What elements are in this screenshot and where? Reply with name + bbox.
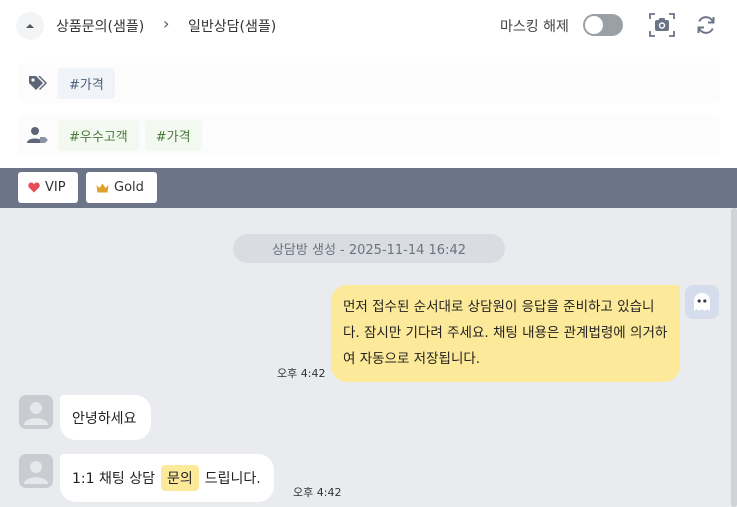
highlighted-keyword: 문의 (160, 465, 199, 491)
masking-toggle[interactable] (583, 14, 623, 36)
system-message: 상담방 생성 - 2025-11-14 16:42 (233, 234, 505, 263)
breadcrumb-category[interactable]: 상품문의(샘플) (56, 16, 144, 36)
message-text: 드립니다. (204, 471, 261, 487)
user-avatar-icon (19, 454, 53, 488)
consult-tag-row: #가격 (18, 63, 720, 103)
breadcrumb-separator-icon: › (163, 14, 170, 33)
chevron-up-icon (26, 24, 34, 28)
tag-icon (18, 75, 58, 91)
bot-ghost-icon (685, 285, 719, 319)
capture-button[interactable] (648, 11, 676, 39)
toggle-knob (585, 16, 603, 34)
grade-label: Gold (114, 180, 144, 195)
customer-grade-bar: VIP Gold (0, 168, 737, 208)
user-tag-icon (18, 126, 58, 144)
message-text: 1:1 채팅 상담 (72, 471, 155, 487)
breadcrumb-subcategory[interactable]: 일반상담(샘플) (188, 16, 276, 36)
user-avatar-icon (19, 395, 53, 429)
message-timestamp: 오후 4:42 (277, 367, 326, 380)
chat-message-area[interactable]: 상담방 생성 - 2025-11-14 16:42 먼저 접수된 순서대로 상담… (0, 208, 737, 507)
refresh-button[interactable] (694, 13, 718, 37)
message-timestamp: 오후 4:42 (293, 486, 342, 499)
camera-icon (649, 13, 675, 37)
customer-tag-row: #우수고객 #가격 (18, 115, 720, 155)
masking-label: 마스킹 해제 (500, 19, 569, 35)
consult-tag[interactable]: #가격 (58, 67, 115, 99)
message-text: 안녕하세요 (72, 410, 137, 427)
bot-message-bubble: 먼저 접수된 순서대로 상담원이 응답을 준비하고 있습니다. 잠시만 기다려 … (331, 285, 680, 382)
user-message-bubble: 안녕하세요 (60, 395, 151, 440)
refresh-icon (697, 16, 715, 34)
heart-icon (28, 182, 40, 193)
collapse-button[interactable] (16, 12, 44, 40)
user-message-bubble: 1:1 채팅 상담 문의 드립니다. (60, 454, 274, 502)
customer-tag[interactable]: #우수고객 (58, 119, 139, 151)
chat-scrollbar[interactable] (731, 208, 737, 507)
grade-badge-vip[interactable]: VIP (18, 172, 78, 203)
grade-badge-gold[interactable]: Gold (86, 172, 157, 203)
crown-icon (96, 183, 109, 192)
chat-header: 상품문의(샘플) › 일반상담(샘플) 마스킹 해제 (0, 0, 737, 52)
customer-tag[interactable]: #가격 (144, 119, 202, 151)
grade-label: VIP (45, 180, 66, 195)
